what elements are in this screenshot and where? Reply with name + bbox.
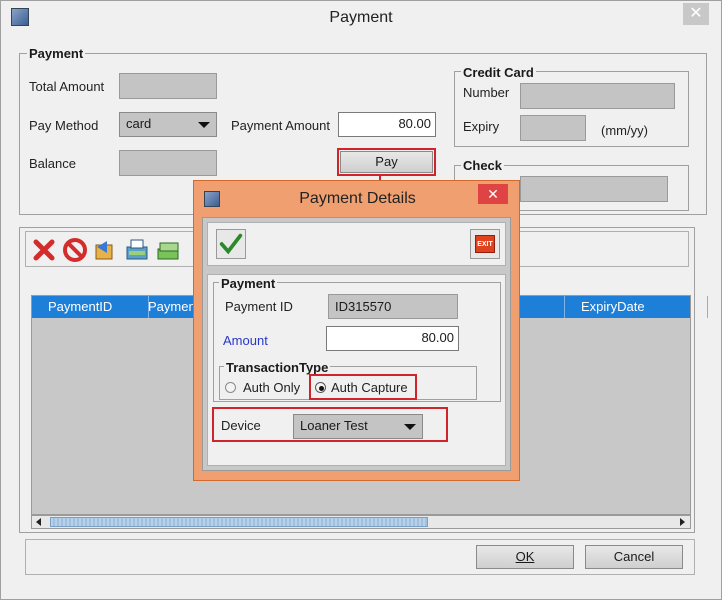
close-icon[interactable]: ✕ xyxy=(683,3,709,25)
pay-method-value: card xyxy=(126,116,152,131)
check-field xyxy=(520,176,668,202)
device-label: Device xyxy=(221,418,261,433)
cancel-icon[interactable] xyxy=(62,237,88,263)
exit-icon: EXIT xyxy=(475,235,495,253)
payment-group-title: Payment xyxy=(27,46,86,61)
delete-icon[interactable] xyxy=(31,237,57,263)
pay-method-select[interactable]: card xyxy=(119,112,217,137)
payment-amount-label: Payment Amount xyxy=(231,118,330,133)
payment-details-dialog: Payment Details ✕ EXIT Payment Payment I… xyxy=(193,180,520,481)
total-amount-field xyxy=(119,73,217,99)
horizontal-scrollbar[interactable] xyxy=(31,515,691,529)
chevron-down-icon xyxy=(198,122,210,128)
amount-input[interactable]: 80.00 xyxy=(326,326,459,351)
device-select[interactable]: Loaner Test xyxy=(293,414,423,439)
balance-label: Balance xyxy=(29,156,76,171)
print-icon[interactable] xyxy=(124,237,150,263)
column-header-expirydate[interactable]: ExpiryDate xyxy=(564,296,708,318)
dialog-payment-group-title: Payment xyxy=(219,276,278,291)
balance-field xyxy=(119,150,217,176)
auth-only-radio[interactable] xyxy=(225,382,236,393)
cash-icon[interactable] xyxy=(155,237,181,263)
pay-method-label: Pay Method xyxy=(29,118,99,133)
title-bar: Payment ✕ xyxy=(1,1,721,33)
dialog-body: EXIT Payment Payment ID ID315570 Amount … xyxy=(202,217,511,471)
scroll-right-icon[interactable] xyxy=(680,518,685,526)
check-group-title: Check xyxy=(461,158,505,173)
confirm-check-icon[interactable] xyxy=(216,229,246,259)
cancel-button[interactable]: Cancel xyxy=(585,545,683,569)
dialog-toolbar: EXIT xyxy=(207,222,506,266)
payment-id-field: ID315570 xyxy=(328,294,458,319)
auth-capture-label: Auth Capture xyxy=(331,380,408,395)
device-value: Loaner Test xyxy=(300,418,368,433)
radio-selected-dot xyxy=(319,386,324,391)
pay-button[interactable]: Pay xyxy=(340,151,433,173)
window-title: Payment xyxy=(329,9,393,26)
exit-button[interactable]: EXIT xyxy=(470,229,500,259)
dialog-close-icon[interactable]: ✕ xyxy=(478,184,508,204)
card-expiry-field xyxy=(520,115,586,141)
scroll-left-icon[interactable] xyxy=(36,518,41,526)
card-number-field xyxy=(520,83,675,109)
amount-label: Amount xyxy=(223,333,268,348)
card-number-label: Number xyxy=(463,85,510,100)
payment-id-label: Payment ID xyxy=(225,299,293,314)
credit-card-group-title: Credit Card xyxy=(461,65,536,80)
transaction-type-title: TransactionType xyxy=(224,360,331,375)
ok-button[interactable]: OK xyxy=(476,545,574,569)
total-amount-label: Total Amount xyxy=(29,79,105,94)
refund-icon[interactable] xyxy=(93,237,119,263)
dialog-title: Payment Details xyxy=(299,190,416,207)
payment-amount-input[interactable]: 80.00 xyxy=(338,112,436,137)
auth-capture-radio[interactable] xyxy=(315,382,326,393)
chevron-down-icon xyxy=(404,424,416,430)
scrollbar-thumb[interactable] xyxy=(50,517,428,527)
card-expiry-label: Expiry xyxy=(463,119,500,134)
auth-only-label: Auth Only xyxy=(243,380,301,395)
expiry-format-hint: (mm/yy) xyxy=(601,123,648,138)
